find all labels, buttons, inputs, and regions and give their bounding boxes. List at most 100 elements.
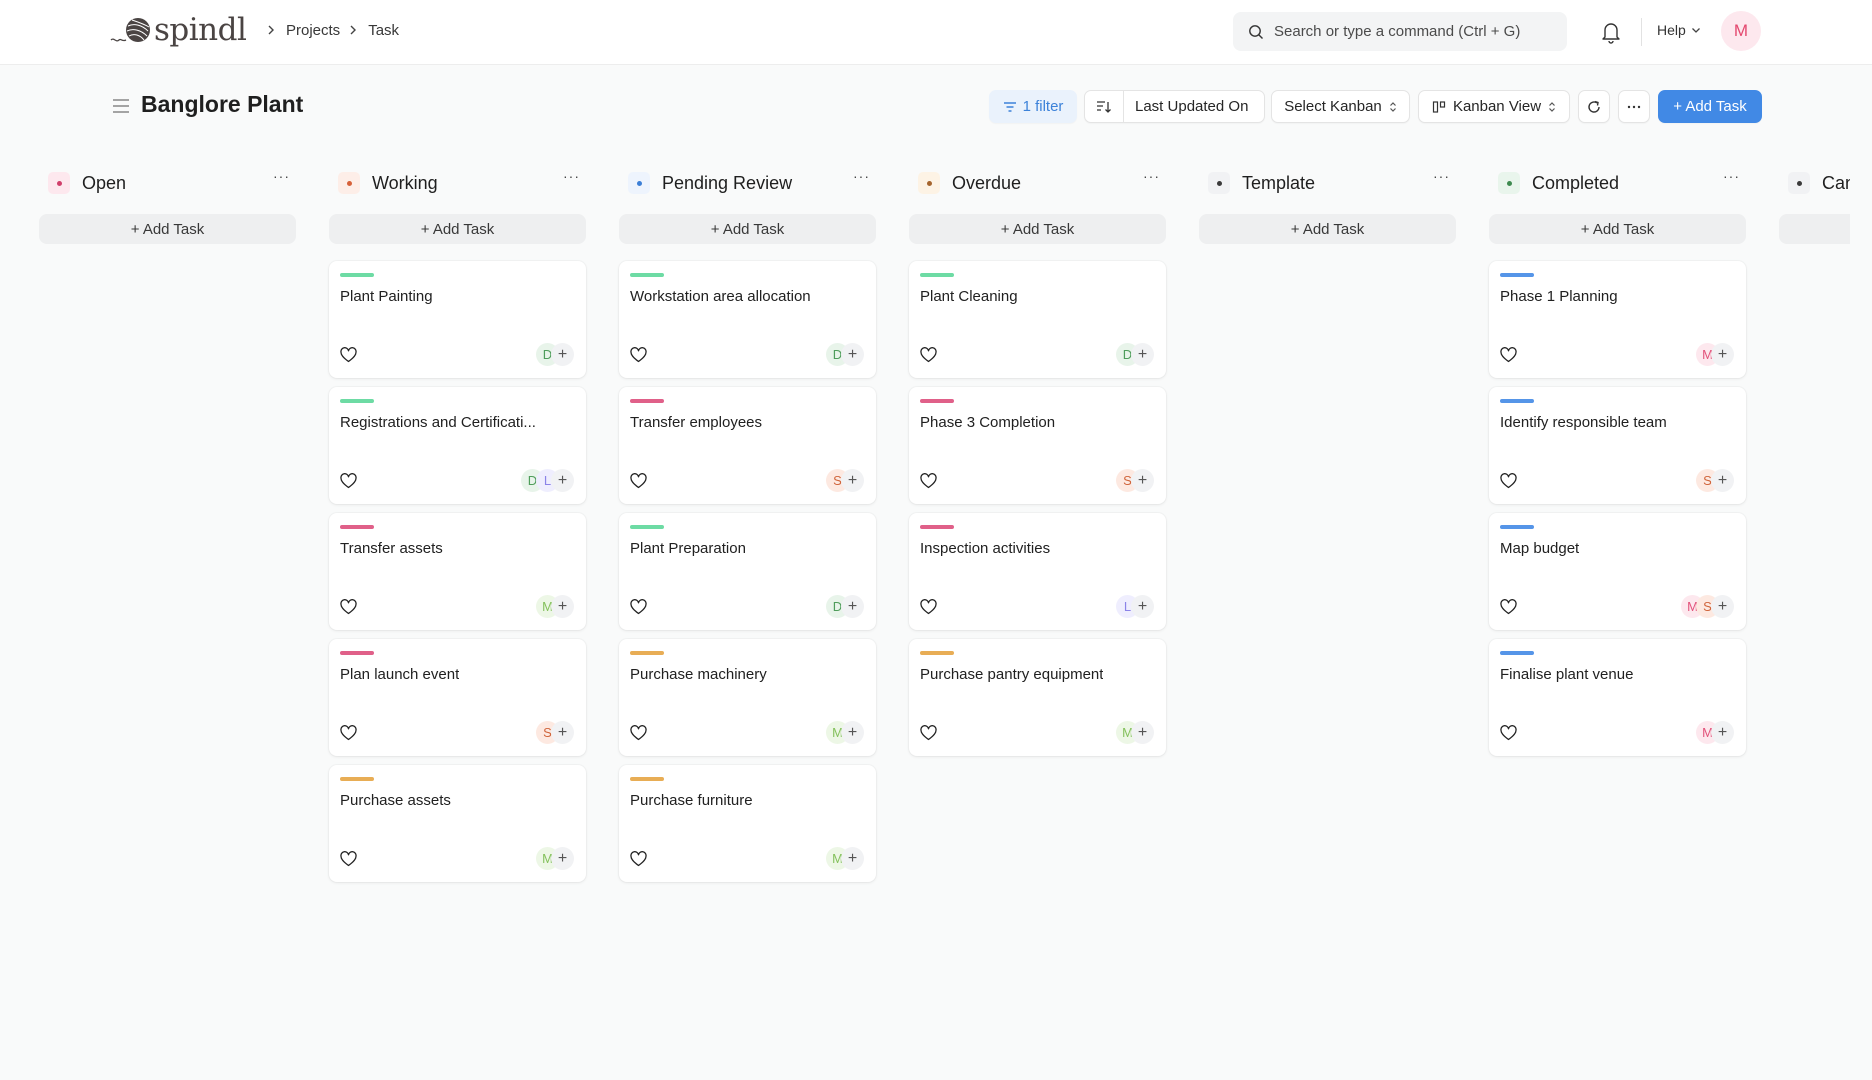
column-header: Completed ··· [1489,160,1746,206]
task-card[interactable]: Phase 3 Completion + S [909,387,1166,504]
column-more-icon[interactable]: ··· [1723,168,1740,184]
card-list: Phase 1 Planning + M Identify responsible t… [1489,261,1746,756]
status-indicator [628,172,650,194]
column-add-task-button[interactable]: + Add Task [1489,214,1746,244]
add-assignee-icon[interactable]: + [1711,595,1734,618]
page-title: Banglore Plant [141,91,304,117]
kanban-board: Open ··· + Add Task Working ··· + Add Task Pla… [0,160,1850,1080]
breadcrumb-projects[interactable]: Projects [286,22,340,39]
bell-icon[interactable] [1600,20,1622,44]
status-dot-icon [636,180,642,186]
column-add-task-button[interactable]: + Add Task [1199,214,1456,244]
task-card[interactable]: Plant Preparation + D [619,513,876,630]
column-add-task-button[interactable]: + Add Task [619,214,876,244]
help-menu[interactable]: Help [1657,22,1701,38]
add-assignee-icon[interactable]: + [841,721,864,744]
search-input[interactable] [1274,23,1544,40]
heart-icon[interactable] [920,599,937,615]
add-assignee-icon[interactable]: + [1131,469,1154,492]
add-assignee-icon[interactable]: + [841,595,864,618]
kanban-column-completed: Completed ··· + Add Task Phase 1 Planning + M… [1489,160,1746,765]
task-card[interactable]: Purchase pantry equipment + M [909,639,1166,756]
add-assignee-icon[interactable]: + [841,469,864,492]
column-add-task-button[interactable]: + Add Task [39,214,296,244]
task-card[interactable]: Inspection activities + L [909,513,1166,630]
add-assignee-icon[interactable]: + [1131,343,1154,366]
task-card[interactable]: Plant Painting + D [329,261,586,378]
heart-icon[interactable] [630,851,647,867]
task-card[interactable]: Finalise plant venue + M [1489,639,1746,756]
add-assignee-icon[interactable]: + [551,721,574,744]
column-more-icon[interactable]: ··· [853,168,870,184]
breadcrumb-task[interactable]: Task [368,22,399,39]
refresh-button[interactable] [1578,90,1610,123]
task-title: Purchase furniture [630,792,753,809]
heart-icon[interactable] [340,851,357,867]
heart-icon[interactable] [920,347,937,363]
task-card[interactable]: Workstation area allocation + D [619,261,876,378]
filter-button[interactable]: 1 filter [989,90,1077,123]
select-kanban-dropdown[interactable]: Select Kanban [1271,90,1410,123]
task-card[interactable]: Plant Cleaning + D [909,261,1166,378]
app-logo[interactable]: spindl [110,12,247,48]
sidebar-toggle-icon[interactable] [112,98,130,114]
add-assignee-icon[interactable]: + [1711,721,1734,744]
heart-icon[interactable] [630,725,647,741]
heart-icon[interactable] [1500,599,1517,615]
column-more-icon[interactable]: ··· [563,168,580,184]
add-assignee-icon[interactable]: + [551,343,574,366]
task-card[interactable]: Purchase machinery + M [619,639,876,756]
add-assignee-icon[interactable]: + [551,847,574,870]
add-assignee-icon[interactable]: + [841,343,864,366]
heart-icon[interactable] [920,473,937,489]
task-card[interactable]: Map budget + S M [1489,513,1746,630]
heart-icon[interactable] [340,473,357,489]
task-card[interactable]: Purchase furniture + M [619,765,876,882]
priority-bar [1500,399,1534,403]
task-card[interactable]: Phase 1 Planning + M [1489,261,1746,378]
sort-direction-button[interactable] [1085,91,1124,122]
column-add-task-button[interactable]: + Add Task [909,214,1166,244]
task-card[interactable]: Identify responsible team + S [1489,387,1746,504]
add-assignee-icon[interactable]: + [551,595,574,618]
column-more-icon[interactable]: ··· [273,168,290,184]
add-task-button[interactable]: + Add Task [1658,90,1762,123]
task-card[interactable]: Purchase assets + M [329,765,586,882]
heart-icon[interactable] [630,347,647,363]
heart-icon[interactable] [340,347,357,363]
sort-field-button[interactable]: Last Updated On [1124,98,1248,115]
column-more-icon[interactable]: ··· [1433,168,1450,184]
add-assignee-icon[interactable]: + [551,469,574,492]
more-options-button[interactable] [1618,90,1650,123]
add-assignee-icon[interactable]: + [841,847,864,870]
heart-icon[interactable] [630,473,647,489]
add-assignee-icon[interactable]: + [1711,343,1734,366]
column-add-task-button[interactable]: + Add Task [329,214,586,244]
add-assignee-icon[interactable]: + [1711,469,1734,492]
task-title: Plant Painting [340,288,433,305]
heart-icon[interactable] [630,599,647,615]
column-title: Completed [1532,172,1620,193]
column-more-icon[interactable]: ··· [1143,168,1160,184]
task-card[interactable]: Plan launch event + S [329,639,586,756]
heart-icon[interactable] [1500,473,1517,489]
column-header: Working ··· [329,160,586,206]
heart-icon[interactable] [920,725,937,741]
task-card[interactable]: Transfer employees + S [619,387,876,504]
task-card[interactable]: Transfer assets + M [329,513,586,630]
search-bar[interactable] [1233,12,1567,51]
status-indicator [1208,172,1230,194]
view-switcher-dropdown[interactable]: Kanban View [1418,90,1570,123]
heart-icon[interactable] [340,725,357,741]
task-card[interactable]: Registrations and Certificati... + L D [329,387,586,504]
heart-icon[interactable] [1500,347,1517,363]
heart-icon[interactable] [340,599,357,615]
status-dot-icon [926,180,932,186]
heart-icon[interactable] [1500,725,1517,741]
task-title: Workstation area allocation [630,288,811,305]
logo-text: spindl [154,12,247,48]
column-add-task-button[interactable] [1779,214,1850,244]
user-avatar[interactable]: M [1721,11,1761,51]
add-assignee-icon[interactable]: + [1131,595,1154,618]
add-assignee-icon[interactable]: + [1131,721,1154,744]
